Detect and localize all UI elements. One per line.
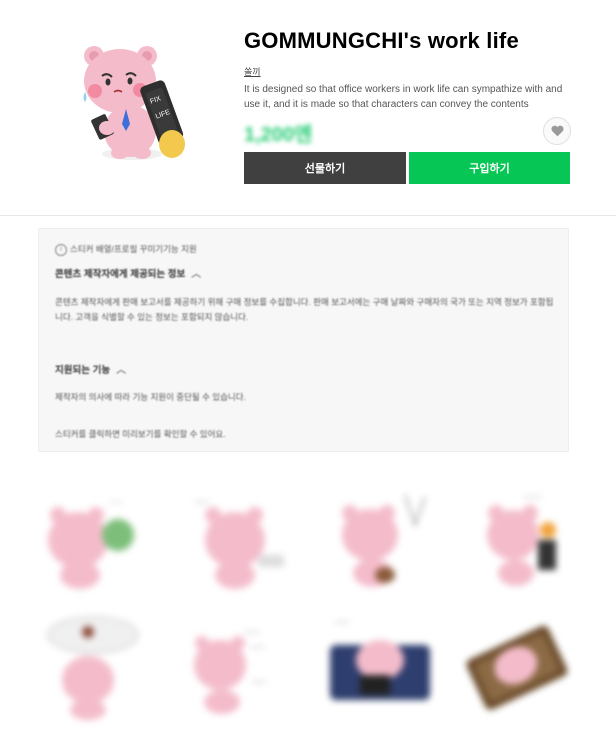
sticker-item[interactable]: ~~~ ~~~ ~~~ [180,610,300,720]
sticker-title: GOMMUNGCHI's work life [244,28,519,53]
feature-support-text: 스티커 배열/프로필 꾸미기기능 지원 [70,244,197,254]
sticker-item[interactable]: ~~~ [180,485,300,595]
sticker-item[interactable] [325,485,445,595]
section-supported-features-title: 지원되는 기능 [55,365,111,376]
chevron-up-icon: ︿ [191,269,202,280]
buy-button[interactable]: 구입하기 [409,152,570,184]
info-panel: i 스티커 배열/프로필 꾸미기기능 지원 콘텐츠 제작자에게 제공되는 정보 ︿ … [38,228,569,452]
sticker-item[interactable]: ~~~ [325,610,445,720]
section-supported-features-body: 제작자의 의사에 따라 기능 지원이 중단될 수 있습니다. [55,392,246,402]
svg-text:~~~: ~~~ [195,498,209,507]
sticker-description: It is designed so that office workers in… [244,84,563,110]
author-link[interactable]: 쏠끼 [244,65,261,78]
section-creator-info-title: 콘텐츠 제작자에게 제공되는 정보 [55,269,186,280]
sticker-item[interactable] [458,610,578,720]
svg-text:~~~~: ~~~~ [523,493,542,502]
svg-text:~~~: ~~~ [245,628,259,637]
heart-icon [550,125,564,137]
sticker-item[interactable]: ~ ~ [38,485,158,595]
section-supported-features-toggle[interactable]: 지원되는 기능 ︿ [55,361,126,376]
feature-support-line: i 스티커 배열/프로필 꾸미기기능 지원 [55,243,197,256]
sticker-grid: ~ ~ ~~~ ~~~~ ~~~ ~~~ ~~~ ~~~ [0,470,616,740]
svg-text:~~~: ~~~ [250,643,264,652]
svg-text:~~~: ~~~ [252,678,266,687]
section-creator-info-toggle[interactable]: 콘텐츠 제작자에게 제공되는 정보 ︿ [55,265,201,280]
gift-button[interactable]: 선물하기 [244,152,406,184]
favorite-button[interactable] [543,117,571,145]
chevron-up-icon: ︿ [116,365,127,376]
svg-text:~ ~: ~ ~ [110,498,122,507]
product-header: FIX LIFE GOMMUNGCHI's work life 쏠끼 It is… [0,0,616,216]
price: 1,200엔 [244,124,313,146]
sticker-item[interactable]: ~~~~ [468,485,588,595]
section-creator-info-body: 콘텐츠 제작자에게 판매 보고서를 제공하기 위해 구매 정보를 수집합니다. … [55,297,554,322]
main-sticker-image: FIX LIFE [83,46,185,160]
info-circle-icon: i [55,243,67,256]
sticker-item[interactable] [38,610,158,720]
svg-text:~~~: ~~~ [335,618,349,627]
preview-note: 스티커를 클릭하면 미리보기를 확인할 수 있어요. [55,429,226,439]
